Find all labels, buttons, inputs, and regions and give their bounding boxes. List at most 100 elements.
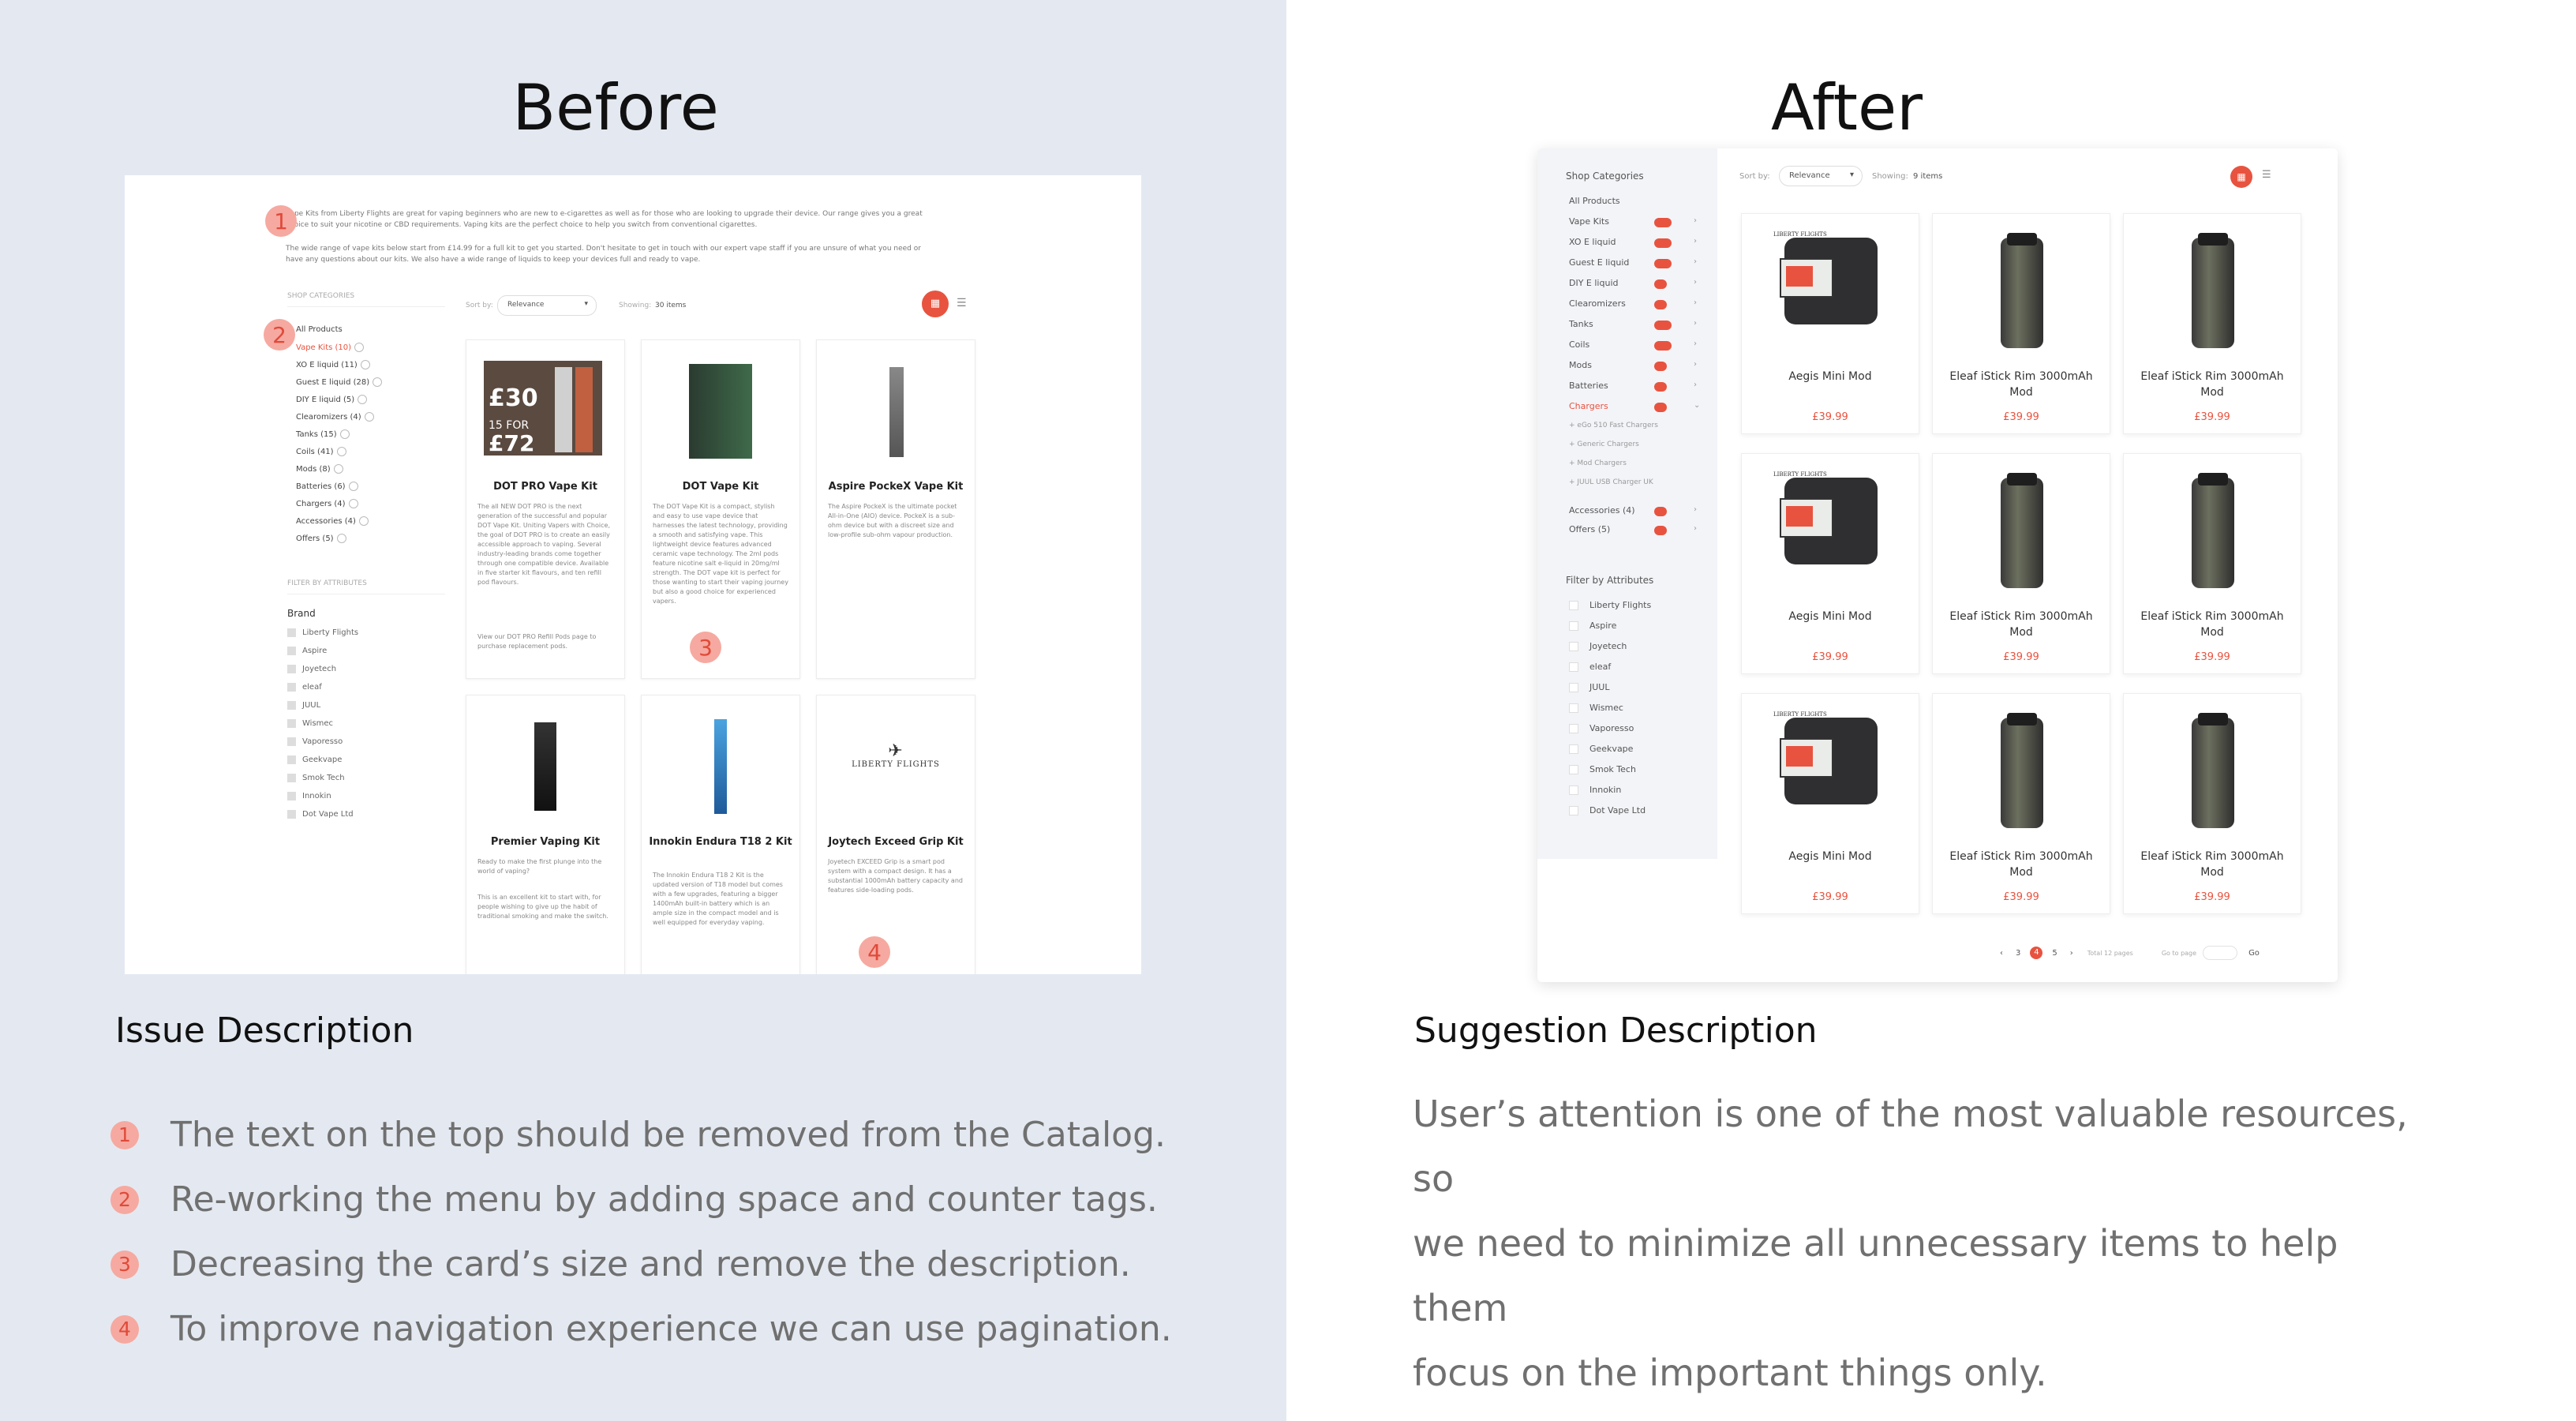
brand-checkbox[interactable]: Aspire [287, 647, 327, 655]
category-item[interactable]: Vape Kits (10) [296, 343, 365, 352]
product-title[interactable]: Aspire PockeX Vape Kit [817, 481, 975, 493]
page-button[interactable]: 3 [2016, 949, 2020, 958]
list-view-button[interactable]: ☰ [957, 297, 967, 309]
product-title[interactable]: Innokin Endura T18 2 Kit [642, 836, 799, 848]
chevron-right-icon[interactable]: › [1694, 339, 1697, 348]
product-card[interactable]: Eleaf iStick Rim 3000mAh Mod £39.99 [1932, 693, 2110, 914]
chevron-right-icon[interactable]: › [1694, 216, 1697, 225]
prev-page-button[interactable]: ‹ [2000, 949, 2003, 958]
sidebar-subitem[interactable]: + Mod Chargers [1569, 459, 1627, 467]
sidebar-item[interactable]: Clearomizers [1569, 298, 1626, 309]
product-title[interactable]: Eleaf iStick Rim 3000mAh Mod [1941, 369, 2102, 400]
chevron-right-icon[interactable]: › [1694, 524, 1697, 533]
brand-checkbox[interactable]: Vaporesso [287, 737, 343, 746]
chevron-right-icon[interactable]: › [1694, 278, 1697, 287]
category-item[interactable]: Guest E liquid (28) [296, 377, 383, 387]
grid-view-button[interactable]: ▦ [922, 291, 949, 317]
brand-checkbox[interactable]: JUUL [287, 701, 320, 710]
product-card[interactable]: LIBERTY FLIGHTS Aegis Mini Mod £39.99 [1741, 213, 1919, 434]
sidebar-item[interactable]: Vape Kits [1569, 216, 1609, 227]
product-title[interactable]: DOT Vape Kit [642, 481, 799, 493]
product-title[interactable]: Eleaf iStick Rim 3000mAh Mod [1941, 849, 2102, 880]
product-title[interactable]: Aegis Mini Mod [1750, 609, 1911, 624]
brand-checkbox[interactable]: Innokin [287, 792, 331, 800]
brand-checkbox[interactable]: Smok Tech [287, 774, 345, 782]
chevron-right-icon[interactable]: › [1694, 257, 1697, 266]
brand-checkbox[interactable]: JUUL [1569, 682, 1609, 692]
sidebar-item[interactable]: Coils [1569, 339, 1589, 350]
sidebar-item[interactable]: XO E liquid [1569, 237, 1616, 247]
brand-checkbox[interactable]: Liberty Flights [1569, 600, 1651, 610]
brand-checkbox[interactable]: eleaf [1569, 662, 1611, 672]
chevron-right-icon[interactable]: › [1694, 237, 1697, 246]
chevron-right-icon[interactable]: › [1694, 360, 1697, 369]
list-view-button[interactable]: ☰ [2262, 169, 2271, 181]
brand-checkbox[interactable]: Dot Vape Ltd [1569, 805, 1646, 815]
category-item[interactable]: Mods (8) [296, 464, 343, 474]
sidebar-item[interactable]: Offers (5) [1569, 524, 1610, 534]
product-card[interactable]: Eleaf iStick Rim 3000mAh Mod £39.99 [1932, 453, 2110, 674]
product-card[interactable]: Aspire PockeX Vape Kit The Aspire PockeX… [816, 339, 975, 679]
product-title[interactable]: Joytech Exceed Grip Kit [817, 836, 975, 848]
product-card[interactable]: LIBERTY FLIGHTS Aegis Mini Mod £39.99 [1741, 693, 1919, 914]
grid-view-button[interactable]: ▦ [2230, 166, 2252, 188]
goto-page-input[interactable] [2203, 946, 2238, 960]
brand-checkbox[interactable]: Liberty Flights [287, 628, 358, 637]
product-title[interactable]: Eleaf iStick Rim 3000mAh Mod [1941, 609, 2102, 640]
brand-checkbox[interactable]: Geekvape [287, 755, 342, 764]
brand-checkbox[interactable]: Geekvape [1569, 744, 1633, 754]
product-card[interactable]: Eleaf iStick Rim 3000mAh Mod £39.99 [1932, 213, 2110, 434]
product-title[interactable]: Aegis Mini Mod [1750, 849, 1911, 864]
sidebar-item[interactable]: Guest E liquid [1569, 257, 1629, 268]
chevron-down-icon[interactable]: ⌄ [1694, 401, 1700, 410]
brand-checkbox[interactable]: Joyetech [287, 665, 336, 673]
brand-checkbox[interactable]: Wismec [287, 719, 333, 728]
category-item[interactable]: XO E liquid (11) [296, 360, 370, 369]
product-card[interactable]: Eleaf iStick Rim 3000mAh Mod £39.99 [2123, 453, 2301, 674]
chevron-right-icon[interactable]: › [1694, 298, 1697, 307]
category-item[interactable]: All Products [296, 325, 343, 334]
brand-checkbox[interactable]: Wismec [1569, 703, 1623, 713]
sidebar-item[interactable]: Accessories (4) [1569, 505, 1635, 516]
sidebar-subitem[interactable]: + eGo 510 Fast Chargers [1569, 422, 1658, 429]
category-item[interactable]: Coils (41) [296, 447, 346, 456]
product-title[interactable]: Eleaf iStick Rim 3000mAh Mod [2132, 849, 2293, 880]
category-item[interactable]: Clearomizers (4) [296, 412, 374, 422]
sidebar-item-active[interactable]: Chargers [1569, 401, 1608, 411]
product-title[interactable]: Eleaf iStick Rim 3000mAh Mod [2132, 369, 2293, 400]
category-item[interactable]: Batteries (6) [296, 482, 358, 491]
product-title[interactable]: Eleaf iStick Rim 3000mAh Mod [2132, 609, 2293, 640]
product-card[interactable]: Eleaf iStick Rim 3000mAh Mod £39.99 [2123, 213, 2301, 434]
chevron-right-icon[interactable]: › [1694, 319, 1697, 328]
go-button[interactable]: Go [2248, 949, 2260, 958]
product-card[interactable]: ✈ LIBERTY FLIGHTS Joytech Exceed Grip Ki… [816, 695, 975, 974]
sidebar-item[interactable]: Tanks [1569, 319, 1593, 329]
product-card[interactable]: DOT Vape Kit The DOT Vape Kit is a compa… [641, 339, 800, 679]
brand-checkbox[interactable]: Innokin [1569, 785, 1621, 795]
category-item[interactable]: Accessories (4) [296, 516, 369, 526]
category-item[interactable]: DIY E liquid (5) [296, 395, 368, 404]
sidebar-item[interactable]: All Products [1569, 196, 1620, 206]
brand-checkbox[interactable]: Aspire [1569, 621, 1616, 631]
product-title[interactable]: DOT PRO Vape Kit [466, 481, 624, 493]
category-item[interactable]: Offers (5) [296, 534, 346, 543]
brand-checkbox[interactable]: Dot Vape Ltd [287, 810, 354, 819]
product-title[interactable]: Aegis Mini Mod [1750, 369, 1911, 384]
category-item[interactable]: Tanks (15) [296, 429, 350, 439]
sort-select[interactable]: Relevance ▾ [1779, 166, 1863, 186]
brand-checkbox[interactable]: Smok Tech [1569, 764, 1636, 774]
sidebar-item[interactable]: DIY E liquid [1569, 278, 1618, 288]
brand-checkbox[interactable]: eleaf [287, 683, 322, 692]
sidebar-item[interactable]: Mods [1569, 360, 1592, 370]
page-button-current[interactable]: 4 [2030, 947, 2043, 959]
product-card[interactable]: Eleaf iStick Rim 3000mAh Mod £39.99 [2123, 693, 2301, 914]
product-card[interactable]: £30 15 FOR £72 DOT PRO Vape Kit The all … [466, 339, 625, 679]
next-page-button[interactable]: › [2070, 949, 2073, 958]
page-button[interactable]: 5 [2052, 949, 2057, 958]
sort-select[interactable]: Relevance ▾ [497, 295, 597, 316]
product-card[interactable]: LIBERTY FLIGHTS Aegis Mini Mod £39.99 [1741, 453, 1919, 674]
category-item[interactable]: Chargers (4) [296, 499, 358, 508]
product-title[interactable]: Premier Vaping Kit [466, 836, 624, 848]
brand-checkbox[interactable]: Joyetech [1569, 641, 1627, 651]
chevron-right-icon[interactable]: › [1694, 505, 1697, 514]
